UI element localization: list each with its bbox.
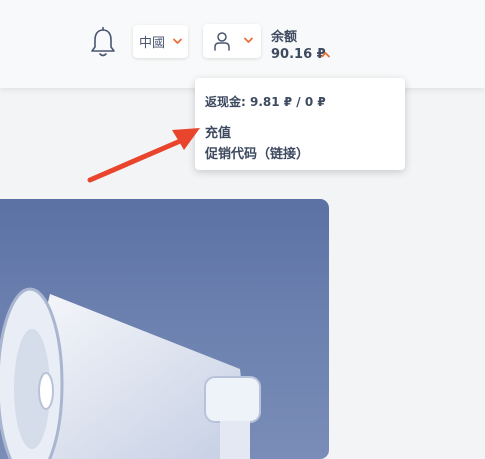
menu-item-promo-code[interactable]: 促销代码（链接） bbox=[205, 143, 309, 162]
balance-amount[interactable]: 90.16 ₽ bbox=[271, 47, 326, 62]
chevron-up-icon[interactable] bbox=[321, 51, 330, 58]
language-label: 中國 bbox=[139, 36, 166, 51]
chevron-down-icon bbox=[244, 37, 253, 43]
balance-label[interactable]: 余额 bbox=[271, 26, 297, 45]
menu-item-top-up[interactable]: 充值 bbox=[205, 122, 231, 141]
megaphone-icon bbox=[0, 287, 261, 459]
language-selector[interactable]: 中國 bbox=[133, 25, 188, 58]
cashback-info: 返现金: 9.81 ₽ / 0 ₽ bbox=[205, 95, 326, 109]
balance-dropdown: 返现金: 9.81 ₽ / 0 ₽ 充值 促销代码（链接） bbox=[195, 78, 405, 170]
user-icon bbox=[214, 32, 230, 51]
user-menu-button[interactable] bbox=[203, 24, 261, 58]
promo-banner[interactable] bbox=[0, 199, 329, 459]
top-header: 中國 余额 90.16 ₽ bbox=[0, 0, 485, 88]
bell-icon[interactable] bbox=[89, 26, 117, 60]
chevron-down-icon bbox=[173, 38, 182, 44]
